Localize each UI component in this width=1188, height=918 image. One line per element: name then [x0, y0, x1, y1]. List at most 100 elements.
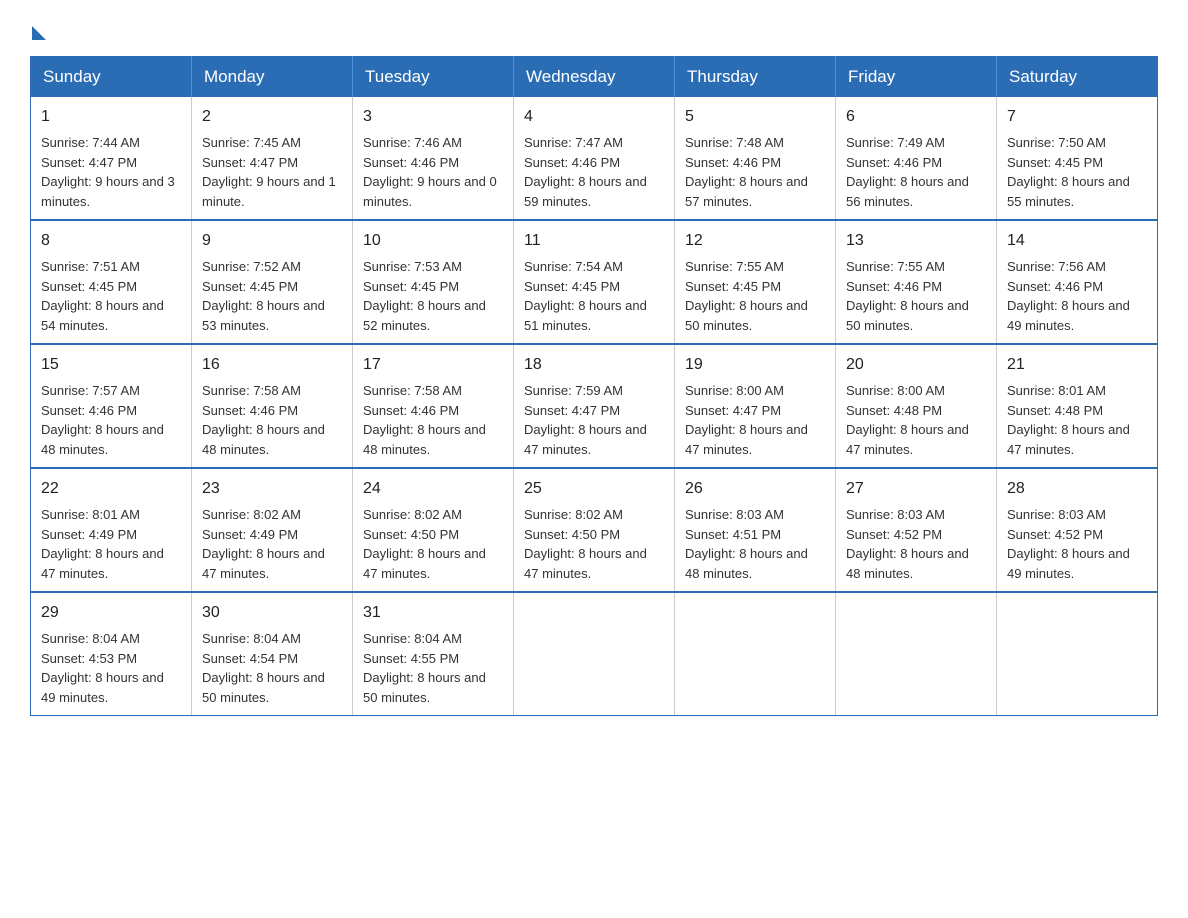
calendar-cell: 25Sunrise: 8:02 AMSunset: 4:50 PMDayligh… — [514, 468, 675, 592]
calendar-cell — [514, 592, 675, 716]
day-info: Sunrise: 8:03 AMSunset: 4:52 PMDaylight:… — [846, 507, 969, 581]
day-info: Sunrise: 8:03 AMSunset: 4:52 PMDaylight:… — [1007, 507, 1130, 581]
day-info: Sunrise: 7:55 AMSunset: 4:46 PMDaylight:… — [846, 259, 969, 333]
calendar-cell: 1 Sunrise: 7:44 AMSunset: 4:47 PMDaylight… — [31, 97, 192, 220]
calendar-cell: 31 Sunrise: 8:04 AMSunset: 4:55 PMDayligh… — [353, 592, 514, 716]
calendar-cell: 2 Sunrise: 7:45 AMSunset: 4:47 PMDaylight… — [192, 97, 353, 220]
calendar-table: SundayMondayTuesdayWednesdayThursdayFrid… — [30, 56, 1158, 716]
day-info: Sunrise: 8:04 AMSunset: 4:55 PMDaylight:… — [363, 631, 486, 705]
calendar-cell: 28Sunrise: 8:03 AMSunset: 4:52 PMDayligh… — [997, 468, 1158, 592]
logo-arrow-icon — [32, 26, 46, 40]
calendar-cell — [675, 592, 836, 716]
day-info: Sunrise: 8:02 AMSunset: 4:50 PMDaylight:… — [363, 507, 486, 581]
calendar-cell: 30 Sunrise: 8:04 AMSunset: 4:54 PMDayligh… — [192, 592, 353, 716]
day-info: Sunrise: 7:58 AMSunset: 4:46 PMDaylight:… — [363, 383, 486, 457]
day-number: 20 — [846, 353, 986, 377]
calendar-cell: 29Sunrise: 8:04 AMSunset: 4:53 PMDayligh… — [31, 592, 192, 716]
day-info: Sunrise: 7:49 AMSunset: 4:46 PMDaylight:… — [846, 135, 969, 209]
day-number: 26 — [685, 477, 825, 501]
day-info: Sunrise: 8:02 AMSunset: 4:49 PMDaylight:… — [202, 507, 325, 581]
calendar-header-tuesday: Tuesday — [353, 57, 514, 98]
day-info: Sunrise: 7:44 AMSunset: 4:47 PMDaylight:… — [41, 135, 175, 209]
day-info: Sunrise: 7:54 AMSunset: 4:45 PMDaylight:… — [524, 259, 647, 333]
calendar-week-row: 8 Sunrise: 7:51 AMSunset: 4:45 PMDaylight… — [31, 220, 1158, 344]
day-number: 4 — [524, 105, 664, 129]
calendar-cell: 17 Sunrise: 7:58 AMSunset: 4:46 PMDayligh… — [353, 344, 514, 468]
day-number: 1 — [41, 105, 181, 129]
day-info: Sunrise: 8:01 AMSunset: 4:49 PMDaylight:… — [41, 507, 164, 581]
day-info: Sunrise: 7:52 AMSunset: 4:45 PMDaylight:… — [202, 259, 325, 333]
day-number: 16 — [202, 353, 342, 377]
day-info: Sunrise: 7:47 AMSunset: 4:46 PMDaylight:… — [524, 135, 647, 209]
calendar-header-thursday: Thursday — [675, 57, 836, 98]
calendar-week-row: 15Sunrise: 7:57 AMSunset: 4:46 PMDayligh… — [31, 344, 1158, 468]
day-number: 6 — [846, 105, 986, 129]
day-info: Sunrise: 8:03 AMSunset: 4:51 PMDaylight:… — [685, 507, 808, 581]
calendar-cell: 11 Sunrise: 7:54 AMSunset: 4:45 PMDayligh… — [514, 220, 675, 344]
day-number: 18 — [524, 353, 664, 377]
calendar-cell: 24Sunrise: 8:02 AMSunset: 4:50 PMDayligh… — [353, 468, 514, 592]
calendar-cell: 3 Sunrise: 7:46 AMSunset: 4:46 PMDaylight… — [353, 97, 514, 220]
day-number: 9 — [202, 229, 342, 253]
day-number: 27 — [846, 477, 986, 501]
calendar-cell: 20 Sunrise: 8:00 AMSunset: 4:48 PMDayligh… — [836, 344, 997, 468]
day-info: Sunrise: 7:45 AMSunset: 4:47 PMDaylight:… — [202, 135, 336, 209]
day-number: 12 — [685, 229, 825, 253]
day-number: 13 — [846, 229, 986, 253]
calendar-cell: 12 Sunrise: 7:55 AMSunset: 4:45 PMDayligh… — [675, 220, 836, 344]
calendar-cell: 5 Sunrise: 7:48 AMSunset: 4:46 PMDaylight… — [675, 97, 836, 220]
calendar-header-monday: Monday — [192, 57, 353, 98]
day-number: 8 — [41, 229, 181, 253]
calendar-header-row: SundayMondayTuesdayWednesdayThursdayFrid… — [31, 57, 1158, 98]
day-number: 17 — [363, 353, 503, 377]
calendar-cell — [836, 592, 997, 716]
day-info: Sunrise: 7:58 AMSunset: 4:46 PMDaylight:… — [202, 383, 325, 457]
day-number: 30 — [202, 601, 342, 625]
day-number: 31 — [363, 601, 503, 625]
day-info: Sunrise: 7:59 AMSunset: 4:47 PMDaylight:… — [524, 383, 647, 457]
page-header — [30, 20, 1158, 36]
day-info: Sunrise: 8:02 AMSunset: 4:50 PMDaylight:… — [524, 507, 647, 581]
day-info: Sunrise: 8:00 AMSunset: 4:48 PMDaylight:… — [846, 383, 969, 457]
day-number: 23 — [202, 477, 342, 501]
day-number: 19 — [685, 353, 825, 377]
calendar-cell: 27 Sunrise: 8:03 AMSunset: 4:52 PMDayligh… — [836, 468, 997, 592]
day-info: Sunrise: 7:48 AMSunset: 4:46 PMDaylight:… — [685, 135, 808, 209]
calendar-cell: 9 Sunrise: 7:52 AMSunset: 4:45 PMDaylight… — [192, 220, 353, 344]
day-info: Sunrise: 7:46 AMSunset: 4:46 PMDaylight:… — [363, 135, 497, 209]
day-number: 21 — [1007, 353, 1147, 377]
logo — [30, 20, 46, 36]
calendar-body: 1 Sunrise: 7:44 AMSunset: 4:47 PMDaylight… — [31, 97, 1158, 716]
calendar-cell: 16 Sunrise: 7:58 AMSunset: 4:46 PMDayligh… — [192, 344, 353, 468]
calendar-cell: 4 Sunrise: 7:47 AMSunset: 4:46 PMDaylight… — [514, 97, 675, 220]
calendar-cell — [997, 592, 1158, 716]
day-info: Sunrise: 8:04 AMSunset: 4:54 PMDaylight:… — [202, 631, 325, 705]
calendar-cell: 21 Sunrise: 8:01 AMSunset: 4:48 PMDayligh… — [997, 344, 1158, 468]
calendar-cell: 13 Sunrise: 7:55 AMSunset: 4:46 PMDayligh… — [836, 220, 997, 344]
calendar-cell: 7Sunrise: 7:50 AMSunset: 4:45 PMDaylight… — [997, 97, 1158, 220]
calendar-cell: 8 Sunrise: 7:51 AMSunset: 4:45 PMDaylight… — [31, 220, 192, 344]
calendar-cell: 14Sunrise: 7:56 AMSunset: 4:46 PMDayligh… — [997, 220, 1158, 344]
calendar-week-row: 29Sunrise: 8:04 AMSunset: 4:53 PMDayligh… — [31, 592, 1158, 716]
calendar-header-saturday: Saturday — [997, 57, 1158, 98]
day-number: 10 — [363, 229, 503, 253]
calendar-cell: 18 Sunrise: 7:59 AMSunset: 4:47 PMDayligh… — [514, 344, 675, 468]
day-number: 22 — [41, 477, 181, 501]
day-number: 2 — [202, 105, 342, 129]
calendar-cell: 22 Sunrise: 8:01 AMSunset: 4:49 PMDayligh… — [31, 468, 192, 592]
calendar-cell: 15Sunrise: 7:57 AMSunset: 4:46 PMDayligh… — [31, 344, 192, 468]
day-info: Sunrise: 7:51 AMSunset: 4:45 PMDaylight:… — [41, 259, 164, 333]
day-number: 5 — [685, 105, 825, 129]
calendar-cell: 19 Sunrise: 8:00 AMSunset: 4:47 PMDayligh… — [675, 344, 836, 468]
calendar-header-sunday: Sunday — [31, 57, 192, 98]
calendar-cell: 10Sunrise: 7:53 AMSunset: 4:45 PMDayligh… — [353, 220, 514, 344]
calendar-week-row: 22 Sunrise: 8:01 AMSunset: 4:49 PMDayligh… — [31, 468, 1158, 592]
day-info: Sunrise: 8:04 AMSunset: 4:53 PMDaylight:… — [41, 631, 164, 705]
calendar-cell: 23 Sunrise: 8:02 AMSunset: 4:49 PMDayligh… — [192, 468, 353, 592]
day-number: 7 — [1007, 105, 1147, 129]
day-number: 11 — [524, 229, 664, 253]
day-info: Sunrise: 8:00 AMSunset: 4:47 PMDaylight:… — [685, 383, 808, 457]
day-info: Sunrise: 7:55 AMSunset: 4:45 PMDaylight:… — [685, 259, 808, 333]
day-number: 3 — [363, 105, 503, 129]
day-info: Sunrise: 8:01 AMSunset: 4:48 PMDaylight:… — [1007, 383, 1130, 457]
